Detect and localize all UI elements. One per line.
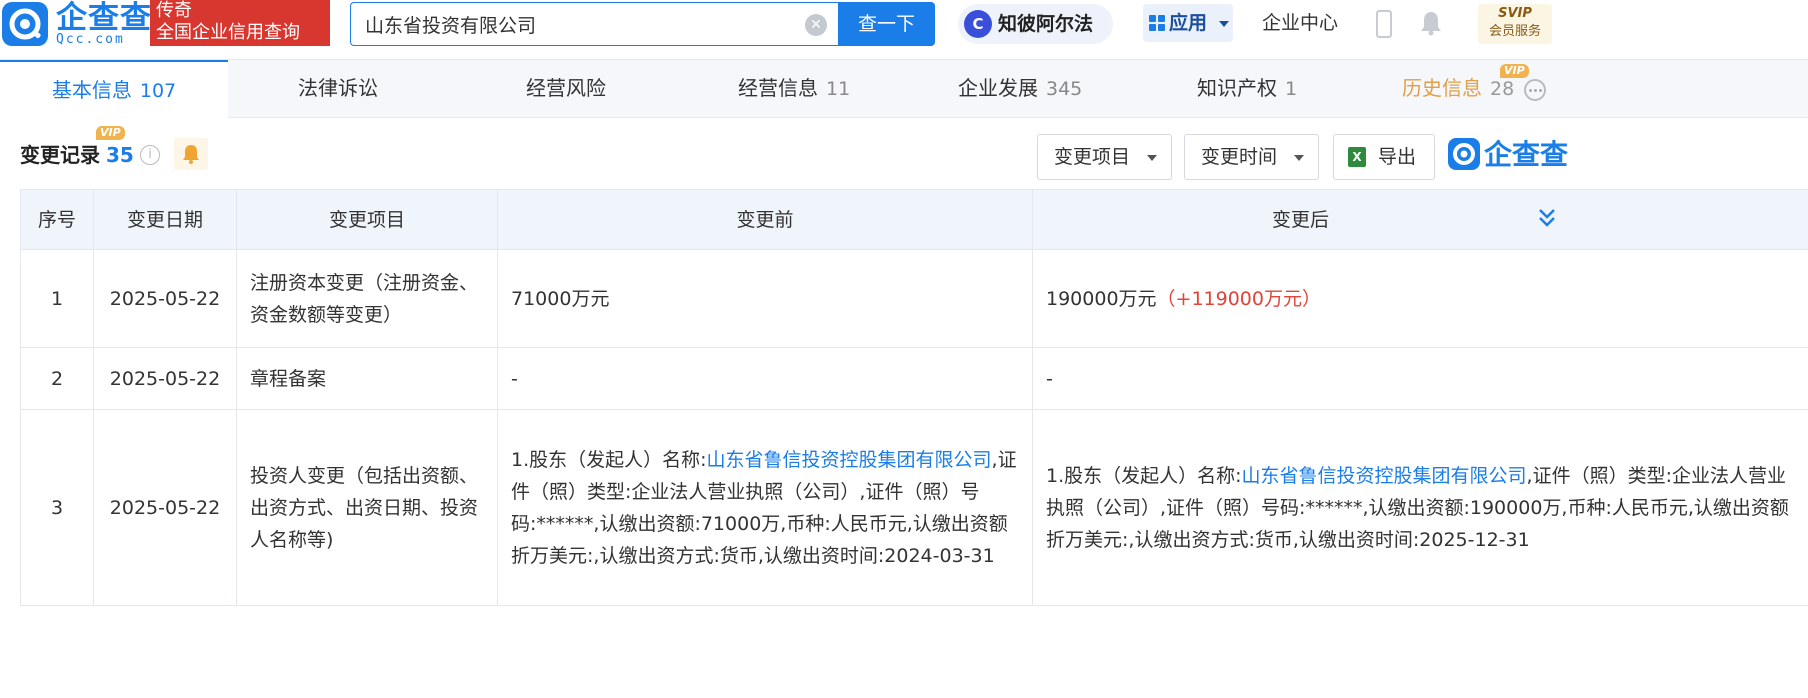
shareholder-link[interactable]: 山东省鲁信投资控股集团有限公司 (707, 449, 992, 471)
tab-label: 知识产权 (1197, 76, 1277, 100)
chevron-down-icon (1294, 155, 1304, 161)
cell-date: 2025-05-22 (93, 249, 237, 348)
section-count: 35 (106, 143, 134, 167)
chevron-down-icon (1219, 21, 1229, 27)
qcc-small-logo-icon (1448, 138, 1480, 170)
change-item-filter[interactable]: 变更项目 (1037, 134, 1172, 180)
cell-before: 1.股东（发起人）名称:山东省鲁信投资控股集团有限公司,证件（照）类型:企业法人… (497, 409, 1033, 606)
section-title: 变更记录 (20, 143, 100, 167)
bell-icon (183, 145, 199, 164)
cell-item: 章程备案 (236, 347, 498, 410)
logo-text[interactable]: 企查查 (56, 2, 152, 34)
info-icon[interactable]: i (140, 145, 160, 165)
cell-date: 2025-05-22 (93, 347, 237, 410)
tab-business-risk[interactable]: 经营风险 (526, 60, 606, 118)
tab-count: 107 (139, 80, 177, 102)
notification-bell-icon[interactable] (1420, 10, 1442, 36)
tab-intellectual-property[interactable]: 知识产权 1 (1197, 60, 1297, 118)
tab-label: 基本信息 (51, 78, 132, 102)
tab-label: 法律诉讼 (298, 76, 378, 100)
tab-label: 历史信息 (1402, 76, 1482, 100)
tab-legal-litigation[interactable]: 法律诉讼 (298, 60, 378, 118)
tab-development[interactable]: 企业发展 345 (958, 60, 1082, 118)
cell-after: 190000万元（+119000万元） (1031, 249, 1808, 348)
shareholder-prefix: 1.股东（发起人）名称: (1046, 464, 1242, 487)
search-button[interactable]: 查一下 (838, 2, 935, 46)
column-header-before: 变更前 (497, 189, 1033, 250)
zhibi-alpha-button[interactable]: C 知彼阿尔法 (958, 4, 1113, 44)
excel-icon: X (1348, 147, 1366, 167)
column-header-date: 变更日期 (93, 189, 237, 250)
double-chevron-down-icon[interactable] (1538, 205, 1556, 231)
table-row: 3 2025-05-22 投资人变更（包括出资额、出资方式、出资日期、投资人名称… (20, 409, 1808, 606)
top-header: 企查查 Qcc.com 传奇 全国企业信用查询 ✕ 查一下 C 知彼阿尔法 应用… (0, 0, 1808, 60)
cell-before: 71000万元 (497, 249, 1033, 348)
tab-history-info[interactable]: 历史信息 28 (1402, 60, 1514, 118)
table-row: 1 2025-05-22 注册资本变更（注册资金、资金数额等变更） 71000万… (20, 249, 1808, 348)
tab-bar: 基本信息 107 法律诉讼 经营风险 经营信息 11 企业发展 345 知识产权 1 历… (0, 60, 1808, 118)
filter-label: 变更项目 (1054, 146, 1131, 168)
slogan-line-1: 传奇 (156, 0, 192, 21)
change-time-filter[interactable]: 变更时间 (1184, 134, 1319, 180)
vip-badge: VIP (1500, 64, 1529, 78)
cell-item: 投资人变更（包括出资额、出资方式、出资日期、投资人名称等) (236, 409, 498, 606)
search-box: ✕ (350, 2, 840, 46)
tab-count: 11 (826, 78, 851, 100)
logo-domain: Qcc.com (56, 32, 125, 47)
mobile-phone-icon[interactable] (1376, 10, 1392, 38)
cell-item: 注册资本变更（注册资金、资金数额等变更） (236, 249, 498, 348)
tab-count: 345 (1046, 78, 1083, 100)
subscribe-bell-button[interactable] (174, 138, 208, 170)
apps-menu-button[interactable]: 应用 (1143, 4, 1233, 42)
tab-count: 28 (1490, 78, 1515, 100)
column-header-no: 序号 (20, 189, 94, 250)
filter-label: 变更时间 (1201, 146, 1278, 168)
brand-text: 企查查 (1484, 138, 1569, 171)
svip-member-button[interactable]: SVIP 会员服务 (1478, 4, 1552, 44)
slogan-banner: 传奇 全国企业信用查询 (150, 0, 330, 46)
svip-label: SVIP (1498, 6, 1532, 21)
cell-before: - (497, 347, 1033, 410)
shareholder-prefix: 1.股东（发起人）名称: (511, 448, 707, 471)
export-label: 导出 (1378, 146, 1417, 168)
zhibi-alpha-label: 知彼阿尔法 (998, 13, 1094, 35)
after-value: 190000万元 (1046, 287, 1157, 310)
chevron-down-icon (1147, 155, 1157, 161)
increase-delta: （+119000万元） (1156, 287, 1321, 310)
column-header-after-label: 变更后 (1272, 208, 1330, 231)
apps-label: 应用 (1169, 12, 1208, 34)
slogan-line-2: 全国企业信用查询 (156, 22, 300, 43)
search-input[interactable] (365, 3, 795, 45)
qcc-logo-icon[interactable] (2, 2, 48, 46)
cell-date: 2025-05-22 (93, 409, 237, 606)
tab-count: 1 (1285, 78, 1298, 100)
column-header-after: 变更后 (1031, 189, 1808, 250)
tab-label: 企业发展 (958, 76, 1038, 100)
table-row: 2 2025-05-22 章程备案 - - (20, 347, 1808, 410)
column-header-item: 变更项目 (236, 189, 498, 250)
member-service-label: 会员服务 (1488, 24, 1541, 39)
cell-no: 3 (20, 409, 94, 606)
tab-business-info[interactable]: 经营信息 11 (738, 60, 850, 118)
enterprise-center-link[interactable]: 企业中心 (1262, 0, 1338, 46)
more-options-icon[interactable] (1524, 79, 1546, 101)
change-records-table: 序号 变更日期 变更项目 变更前 变更后 1 2025-05-22 注册资本变更… (20, 189, 1808, 606)
tab-label: 经营信息 (738, 76, 818, 100)
cell-after: - (1031, 347, 1808, 410)
cell-no: 1 (20, 249, 94, 348)
tab-basic-info[interactable]: 基本信息 107 (0, 60, 228, 118)
tab-label: 经营风险 (526, 76, 606, 100)
shareholder-link[interactable]: 山东省鲁信投资控股集团有限公司 (1242, 465, 1527, 487)
zhibi-alpha-icon: C (964, 10, 992, 38)
cell-no: 2 (20, 347, 94, 410)
grid-icon (1149, 15, 1165, 31)
cell-after: 1.股东（发起人）名称:山东省鲁信投资控股集团有限公司,证件（照）类型:企业法人… (1031, 409, 1808, 606)
clear-icon[interactable]: ✕ (805, 14, 827, 36)
export-button[interactable]: X 导出 (1333, 134, 1435, 180)
